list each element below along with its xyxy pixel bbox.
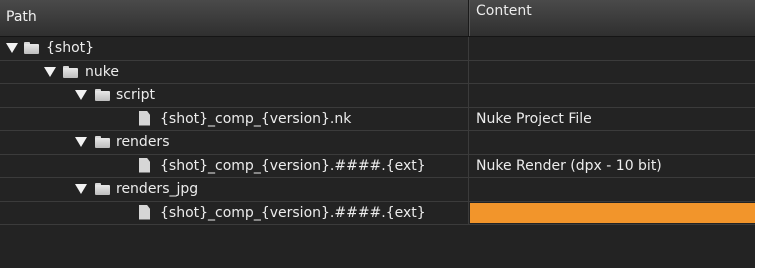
file-icon: [139, 204, 150, 220]
content-cell[interactable]: Nuke Render (dpx - 10 bit): [476, 155, 662, 177]
tree-item-label: {shot}_comp_{version}.####.{ext}: [160, 204, 426, 221]
tree-item-label: {shot}: [46, 40, 95, 56]
tree-item-label: script: [116, 87, 156, 103]
file-icon: [139, 157, 150, 173]
tree-row-renders-jpg[interactable]: renders_jpg: [0, 178, 755, 202]
tree-row-script[interactable]: script: [0, 84, 755, 108]
tree-row-script-file[interactable]: {shot}_comp_{version}.nk Nuke Project Fi…: [0, 107, 755, 131]
folder-icon: [95, 89, 110, 101]
folder-icon: [95, 183, 110, 195]
column-header: Path Content: [0, 0, 755, 37]
path-column-header[interactable]: Path: [6, 0, 37, 36]
tree-item-label: nuke: [85, 63, 119, 80]
content-column-header[interactable]: Content: [476, 0, 532, 36]
expand-triangle-icon[interactable]: [6, 43, 18, 53]
tree-item-label: renders_jpg: [116, 181, 199, 197]
content-cell-selected[interactable]: [470, 202, 755, 223]
expand-triangle-icon[interactable]: [75, 184, 87, 194]
expand-triangle-icon[interactable]: [75, 90, 87, 100]
file-icon: [139, 110, 150, 126]
row-divider: [468, 37, 469, 60]
tree-item-label: {shot}_comp_{version}.####.{ext}: [160, 157, 426, 174]
folder-icon: [24, 42, 39, 54]
row-divider: [468, 154, 469, 177]
row-divider: [468, 131, 469, 154]
row-divider: [468, 60, 469, 83]
template-tree-panel: Path Content {shot} nuke script {shot}_c…: [0, 0, 755, 268]
row-divider: [468, 201, 469, 224]
tree-row-renders-jpg-file[interactable]: {shot}_comp_{version}.####.{ext}: [0, 201, 755, 225]
tree-row-renders[interactable]: renders: [0, 131, 755, 155]
row-divider: [468, 178, 469, 201]
tree-rows: {shot} nuke script {shot}_comp_{version}…: [0, 37, 755, 225]
tree-row-nuke[interactable]: nuke: [0, 60, 755, 84]
tree-row-shot[interactable]: {shot}: [0, 37, 755, 61]
column-divider[interactable]: [468, 0, 469, 36]
expand-triangle-icon[interactable]: [75, 137, 87, 147]
tree-row-renders-file[interactable]: {shot}_comp_{version}.####.{ext} Nuke Re…: [0, 154, 755, 178]
folder-icon: [95, 136, 110, 148]
content-cell[interactable]: Nuke Project File: [476, 108, 592, 130]
tree-item-label: renders: [116, 134, 170, 150]
tree-item-label: {shot}_comp_{version}.nk: [160, 110, 352, 127]
row-divider: [468, 84, 469, 107]
row-divider: [468, 107, 469, 130]
folder-icon: [63, 65, 78, 78]
expand-triangle-icon[interactable]: [44, 66, 56, 77]
